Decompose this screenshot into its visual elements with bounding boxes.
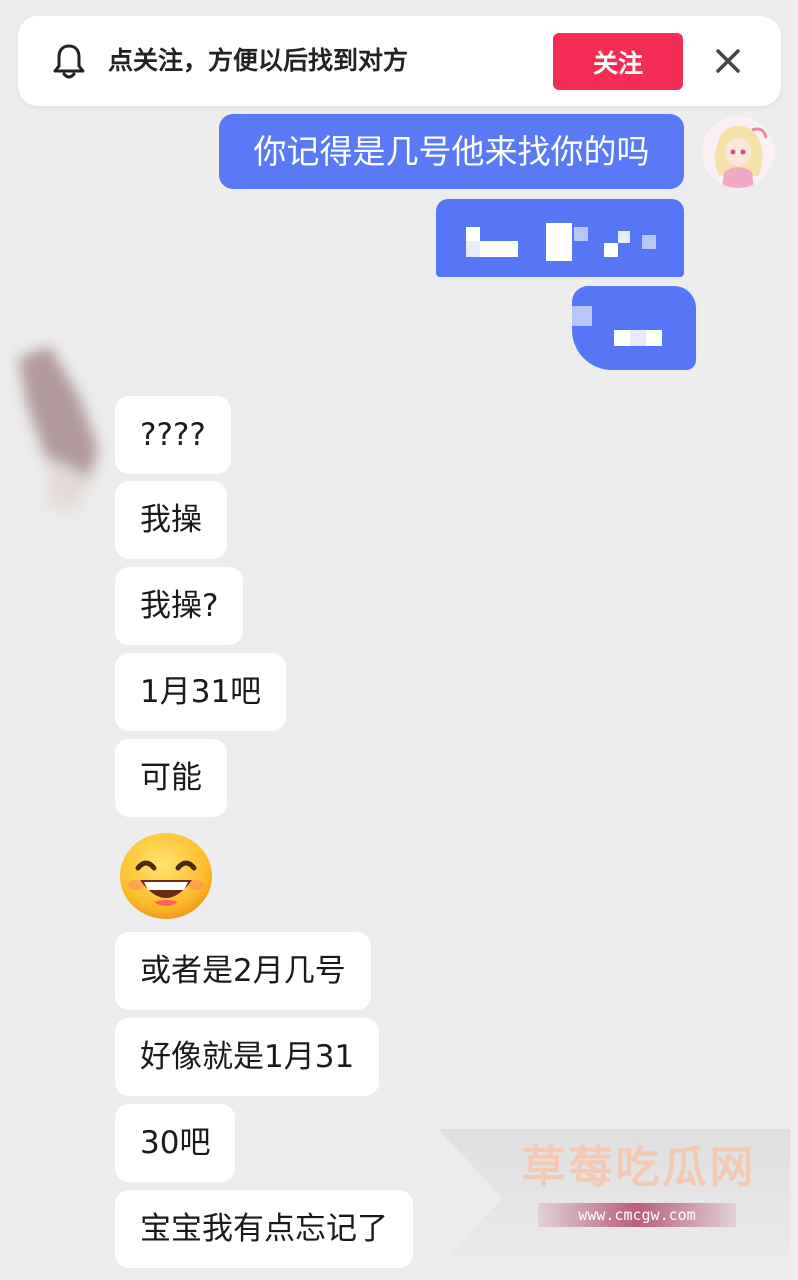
- user-avatar[interactable]: [702, 116, 774, 188]
- outgoing-message: 你记得是几号他来找你的吗: [219, 114, 684, 189]
- watermark: 草莓吃瓜网 www.cmcgw.com: [438, 1129, 790, 1267]
- pixelated-outgoing-message: [436, 199, 684, 277]
- follow-banner: 点关注，方便以后找到对方 关注: [18, 16, 781, 106]
- grinning-face-emoji: [120, 833, 212, 919]
- incoming-message: 好像就是1月31: [115, 1018, 380, 1096]
- watermark-title: 草莓吃瓜网: [521, 1142, 757, 1193]
- incoming-message: 或者是2月几号: [115, 932, 371, 1010]
- incoming-message: 1月31吧: [115, 653, 287, 731]
- pixelated-outgoing-message: [572, 286, 696, 370]
- incoming-message: 我操?: [115, 567, 244, 645]
- incoming-message: 30吧: [115, 1104, 236, 1182]
- incoming-message: 可能: [115, 739, 227, 817]
- incoming-message: 宝宝我有点忘记了: [115, 1190, 413, 1268]
- contact-avatar[interactable]: [10, 338, 110, 528]
- watermark-url: www.cmcgw.com: [538, 1203, 736, 1227]
- close-icon: [716, 49, 740, 73]
- close-button[interactable]: [710, 42, 746, 80]
- incoming-message: ????: [115, 396, 231, 474]
- follow-banner-text: 点关注，方便以后找到对方: [108, 46, 409, 75]
- incoming-message: 我操: [115, 481, 227, 559]
- bell-icon: [53, 44, 85, 79]
- watermark-arrow-shape: [438, 1129, 502, 1267]
- follow-button[interactable]: 关注: [553, 33, 683, 90]
